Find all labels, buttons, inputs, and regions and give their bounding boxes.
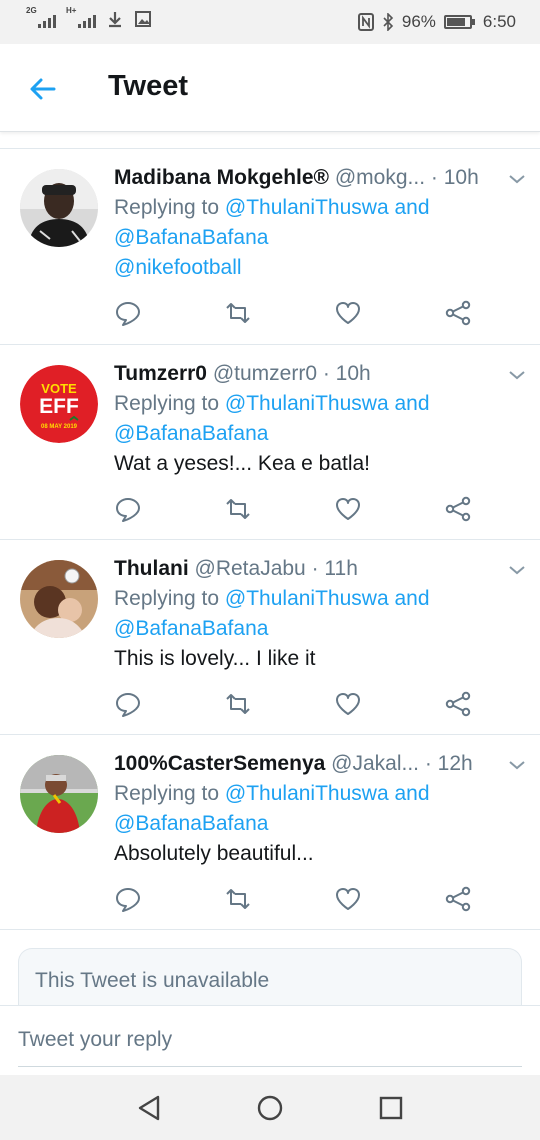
tweet[interactable]: VOTE EFF 08 MAY 2019 Tumzerr0 @tumzerr0 … (0, 345, 540, 540)
square-recents-icon[interactable] (376, 1093, 406, 1123)
timestamp: · 10h (322, 362, 371, 385)
mention-link[interactable]: @nikefootball (114, 256, 242, 279)
share-icon[interactable] (444, 299, 472, 327)
mention-link[interactable]: @BafanaBafana (114, 812, 268, 835)
avatar[interactable] (20, 755, 98, 833)
mention-link[interactable]: @ThulaniThuswa (225, 392, 389, 415)
mention-link[interactable]: @ThulaniThuswa (225, 587, 389, 610)
battery-icon (443, 15, 475, 29)
system-nav-bar (0, 1075, 540, 1140)
replying-to: Replying to @ThulaniThuswa and @BafanaBa… (114, 392, 430, 445)
tweet-actions (114, 885, 474, 915)
timestamp: · 10h (430, 166, 479, 189)
bluetooth-icon (383, 13, 394, 31)
comment-icon[interactable] (114, 495, 142, 523)
mention-link[interactable]: @BafanaBafana (114, 226, 268, 249)
replying-to: Replying to @ThulaniThuswa and @BafanaBa… (114, 587, 430, 640)
heart-icon[interactable] (334, 299, 362, 327)
tweet-text: Wat a yeses!... Kea e batla! (114, 452, 371, 475)
share-icon[interactable] (444, 495, 472, 523)
user-handle[interactable]: @Jakal... (331, 752, 419, 775)
tweet[interactable]: Thulani @RetaJabu · 11h Replying to @Thu… (0, 540, 540, 735)
share-icon[interactable] (444, 690, 472, 718)
chevron-down-icon[interactable] (508, 369, 526, 381)
avatar[interactable]: VOTE EFF 08 MAY 2019 (20, 365, 98, 443)
tweet-text: Absolutely beautiful... (114, 842, 314, 865)
avatar-text: EFF (39, 395, 79, 418)
user-name[interactable]: 100%CasterSemenya (114, 752, 325, 775)
signal-icon: 2G (26, 6, 56, 28)
triangle-back-icon[interactable] (134, 1093, 164, 1123)
replying-to: Replying to @ThulaniThuswa and @BafanaBa… (114, 782, 430, 835)
retweet-icon[interactable] (224, 690, 252, 718)
heart-icon[interactable] (334, 885, 362, 913)
tweet[interactable]: Madibana Mokgehle® @mokg... · 10h Replyi… (0, 149, 540, 345)
gallery-notification-icon (135, 11, 151, 27)
retweet-icon[interactable] (224, 495, 252, 523)
app-header: Tweet (0, 44, 540, 132)
mention-link[interactable]: @BafanaBafana (114, 617, 268, 640)
mention-link[interactable]: @ThulaniThuswa (225, 196, 389, 219)
network-type-label: H+ (66, 6, 77, 15)
user-name[interactable]: Madibana Mokgehle® (114, 166, 329, 189)
tweet-actions (114, 495, 474, 525)
unavailable-tweet-notice: This Tweet is unavailable (18, 948, 522, 1008)
comment-icon[interactable] (114, 690, 142, 718)
reply-list: Madibana Mokgehle® @mokg... · 10h Replyi… (0, 148, 540, 930)
retweet-icon[interactable] (224, 885, 252, 913)
comment-icon[interactable] (114, 299, 142, 327)
timestamp: · 12h (424, 752, 473, 775)
reply-input[interactable]: Tweet your reply (18, 1028, 522, 1067)
share-icon[interactable] (444, 885, 472, 913)
avatar[interactable] (20, 169, 98, 247)
heart-icon[interactable] (334, 495, 362, 523)
user-handle[interactable]: @RetaJabu (195, 557, 306, 580)
reply-composer: Tweet your reply (0, 1005, 540, 1075)
signal-icon: H+ (66, 6, 96, 28)
retweet-icon[interactable] (224, 299, 252, 327)
heart-icon[interactable] (334, 690, 362, 718)
avatar[interactable] (20, 560, 98, 638)
arrow-left-icon[interactable] (26, 72, 60, 106)
timestamp: · 11h (311, 557, 358, 580)
tweet-actions (114, 690, 474, 720)
battery-percent: 96% (401, 12, 436, 31)
chevron-down-icon[interactable] (508, 564, 526, 576)
tweet-actions (114, 299, 474, 329)
avatar-text: VOTE (41, 381, 77, 396)
status-bar: 2G H+ 96% 6:50 (0, 0, 540, 44)
page-title: Tweet (108, 70, 189, 102)
nfc-icon (357, 13, 374, 31)
tweet-text: This is lovely... I like it (114, 647, 316, 670)
mention-link[interactable]: @ThulaniThuswa (225, 782, 389, 805)
tweet[interactable]: 100%CasterSemenya @Jakal... · 12h Replyi… (0, 735, 540, 930)
user-name[interactable]: Tumzerr0 (114, 362, 207, 385)
user-name[interactable]: Thulani (114, 557, 189, 580)
avatar-text: 08 MAY 2019 (41, 424, 78, 430)
clock: 6:50 (482, 12, 516, 31)
user-handle[interactable]: @mokg... (335, 166, 425, 189)
mention-link[interactable]: @BafanaBafana (114, 422, 268, 445)
chevron-down-icon[interactable] (508, 173, 526, 185)
comment-icon[interactable] (114, 885, 142, 913)
replying-to: Replying to @ThulaniThuswa and @BafanaBa… (114, 196, 430, 279)
user-handle[interactable]: @tumzerr0 (213, 362, 317, 385)
download-icon (109, 12, 121, 28)
circle-home-icon[interactable] (255, 1093, 285, 1123)
chevron-down-icon[interactable] (508, 759, 526, 771)
network-type-label: 2G (26, 6, 37, 15)
